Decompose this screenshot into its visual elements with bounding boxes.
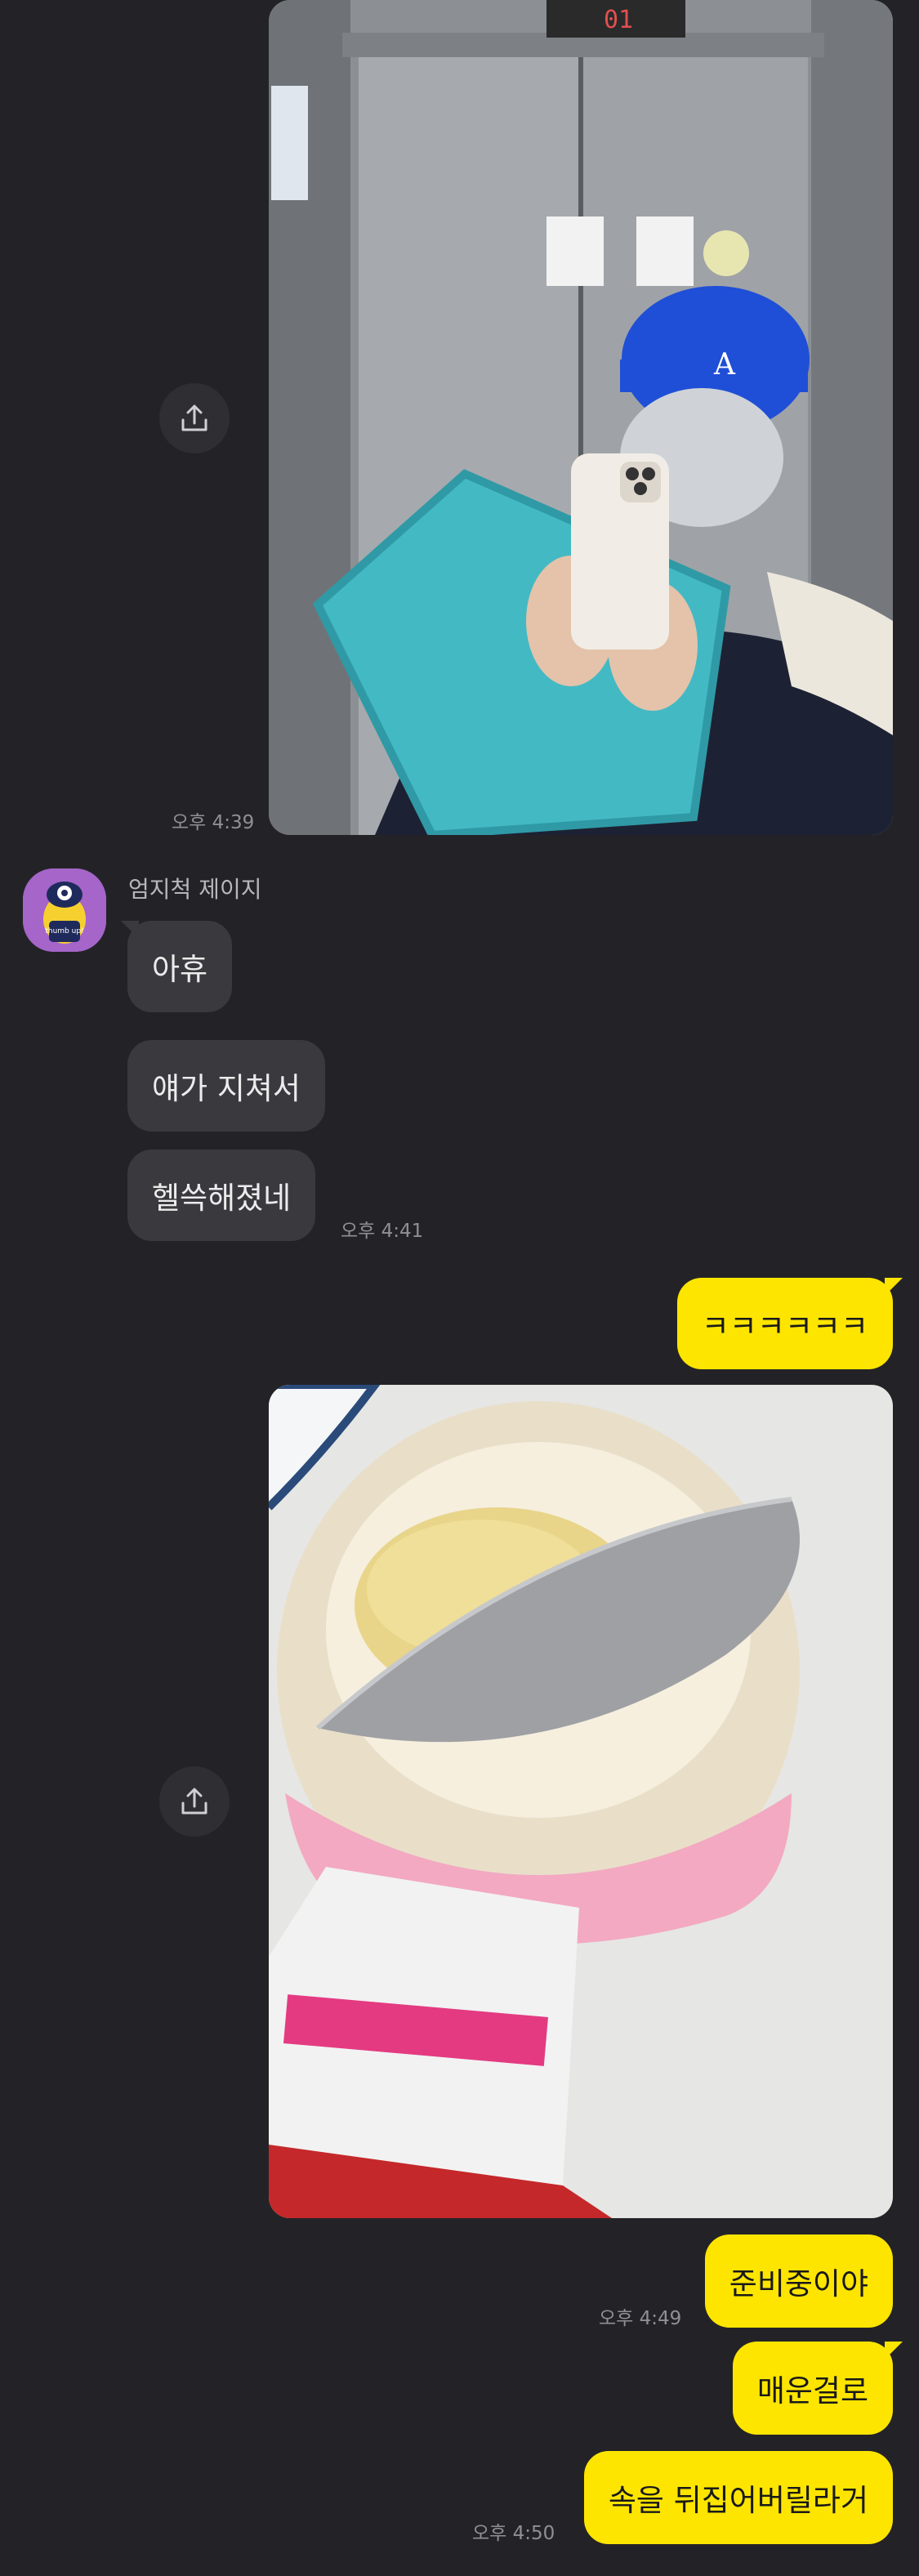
message-timestamp: 오후 4:49 [599,2308,682,2329]
message-timestamp: 오후 4:50 [472,2523,555,2544]
bubble-tail [885,2342,903,2359]
share-icon [181,1788,207,1815]
sent-message-bubble[interactable]: 매운걸로 [732,2342,893,2435]
ramen-cup-photo[interactable] [269,1385,893,2218]
received-message-bubble[interactable]: 아휴 [127,921,233,1012]
svg-text:A: A [713,348,736,382]
received-message-bubble[interactable]: 얘가 지쳐서 [127,1040,325,1132]
bubble-tail [885,1278,903,1296]
svg-text:thumb up!: thumb up! [45,927,83,935]
sender-name: 엄지척 제이지 [128,876,262,903]
share-photo-button[interactable] [159,1766,230,1837]
received-message-bubble[interactable]: 헬쓱해졌네 [127,1150,316,1241]
message-timestamp: 오후 4:39 [172,812,255,833]
message-timestamp: 오후 4:41 [341,1221,424,1242]
share-icon [181,404,207,431]
thumbs-up-character-icon: thumb up! [23,868,106,952]
sender-avatar[interactable]: thumb up! [23,868,106,952]
sent-message-bubble[interactable]: 속을 뒤집어버릴라거 [583,2451,893,2544]
share-photo-button[interactable] [159,383,230,453]
elevator-selfie-photo[interactable]: 01 A [269,0,893,835]
svg-text:01: 01 [604,6,633,34]
sent-message-bubble[interactable]: 준비중이야 [704,2234,893,2328]
sent-message-bubble[interactable]: ㅋㅋㅋㅋㅋㅋ [676,1278,893,1369]
